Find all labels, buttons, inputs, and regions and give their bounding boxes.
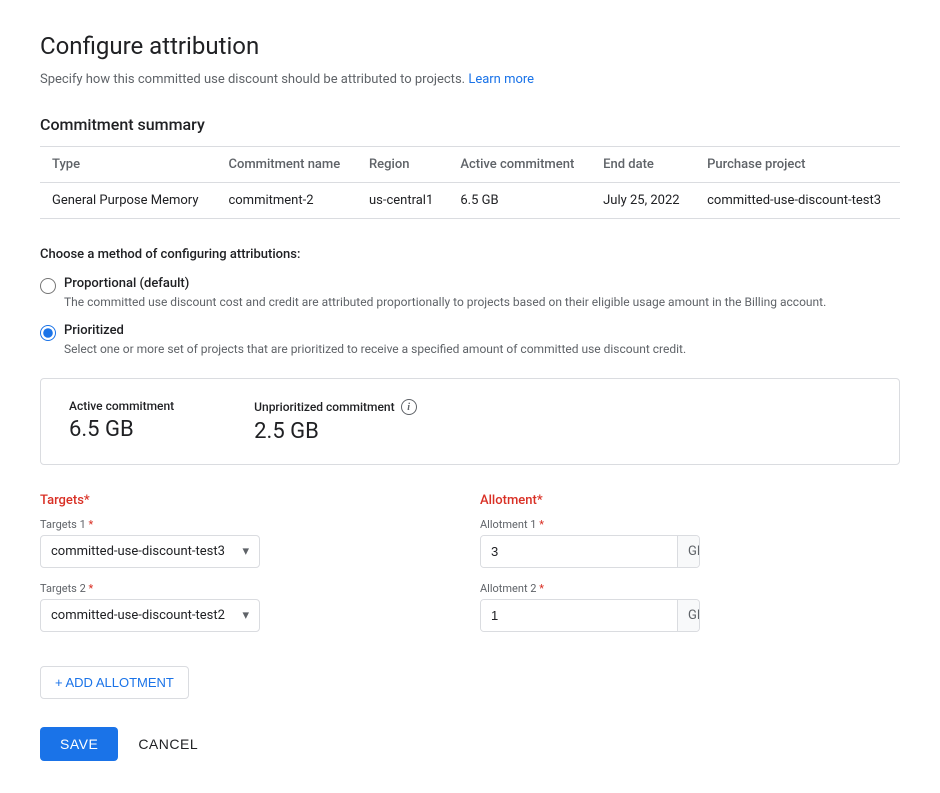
table-header: Type <box>40 147 216 183</box>
radio-group: Proportional (default) The committed use … <box>40 276 900 358</box>
targets-field-label-2: Targets 2 * <box>40 582 460 595</box>
allotment-unit-2: GB <box>677 600 700 631</box>
radio-input-prioritized[interactable] <box>40 325 56 341</box>
table-header: End date <box>591 147 695 183</box>
radio-text-proportional: Proportional (default) The committed use … <box>64 276 826 311</box>
targets-field-label-1: Targets 1 * <box>40 518 460 531</box>
targets-allotment-section: Targets* Targets 1 * committed-use-discou… <box>40 493 900 646</box>
info-icon[interactable]: i <box>401 399 417 415</box>
table-header: Region <box>357 147 448 183</box>
active-commitment-item: Active commitment 6.5 GB <box>69 399 174 444</box>
targets-field-group-1: Targets 1 * committed-use-discount-test3 <box>40 518 460 568</box>
allotment-field-group-2: Allotment 2 * GB <box>480 582 900 632</box>
radio-option-proportional: Proportional (default) The committed use … <box>40 276 900 311</box>
allotment-input-wrapper-1: GB <box>480 535 700 568</box>
active-commitment-value: 6.5 GB <box>69 417 174 442</box>
allotment-field-group-1: Allotment 1 * GB <box>480 518 900 568</box>
table-header: Active commitment <box>448 147 591 183</box>
radio-desc-proportional: The committed use discount cost and cred… <box>64 293 826 311</box>
table-cell: us-central1 <box>357 183 448 219</box>
table-header: Purchase project <box>695 147 900 183</box>
add-allotment-button[interactable]: + ADD ALLOTMENT <box>40 666 189 699</box>
targets-select-2[interactable]: committed-use-discount-test2 <box>40 599 260 632</box>
allotment-input-1[interactable] <box>481 536 677 567</box>
targets-col-header: Targets* <box>40 493 460 508</box>
radio-title-proportional: Proportional (default) <box>64 276 826 291</box>
allotment-col-header: Allotment* <box>480 493 900 508</box>
commitment-info-box: Active commitment 6.5 GB Unprioritized c… <box>40 378 900 465</box>
method-label: Choose a method of configuring attributi… <box>40 247 900 262</box>
targets-select-1[interactable]: committed-use-discount-test3 <box>40 535 260 568</box>
allotment-column: Allotment* Allotment 1 * GB Allotment 2 * G… <box>480 493 900 646</box>
table-cell: General Purpose Memory <box>40 183 216 219</box>
cancel-button[interactable]: CANCEL <box>134 727 202 761</box>
radio-desc-prioritized: Select one or more set of projects that … <box>64 340 686 358</box>
page-title: Configure attribution <box>40 32 900 60</box>
radio-text-prioritized: Prioritized Select one or more set of pro… <box>64 323 686 358</box>
table-cell: July 25, 2022 <box>591 183 695 219</box>
allotment-input-wrapper-2: GB <box>480 599 700 632</box>
table-header: Commitment name <box>216 147 357 183</box>
targets-column: Targets* Targets 1 * committed-use-discou… <box>40 493 460 646</box>
allotment-field-label-1: Allotment 1 * <box>480 518 900 531</box>
table-cell: 6.5 GB <box>448 183 591 219</box>
radio-input-proportional[interactable] <box>40 278 56 294</box>
unprioritized-commitment-value: 2.5 GB <box>254 419 416 444</box>
radio-option-prioritized: Prioritized Select one or more set of pro… <box>40 323 900 358</box>
unprioritized-commitment-item: Unprioritized commitment i 2.5 GB <box>254 399 416 444</box>
targets-field-group-2: Targets 2 * committed-use-discount-test2 <box>40 582 460 632</box>
allotment-unit-1: GB <box>677 536 700 567</box>
allotment-input-2[interactable] <box>481 600 677 631</box>
subtitle: Specify how this committed use discount … <box>40 72 900 87</box>
active-commitment-label: Active commitment <box>69 399 174 413</box>
action-buttons: SAVE CANCEL <box>40 727 900 761</box>
radio-title-prioritized: Prioritized <box>64 323 686 338</box>
allotment-field-label-2: Allotment 2 * <box>480 582 900 595</box>
table-cell: commitment-2 <box>216 183 357 219</box>
table-cell: committed-use-discount-test3 <box>695 183 900 219</box>
table-row: General Purpose Memorycommitment-2us-cen… <box>40 183 900 219</box>
save-button[interactable]: SAVE <box>40 727 118 761</box>
unprioritized-commitment-label: Unprioritized commitment i <box>254 399 416 415</box>
commitment-summary-heading: Commitment summary <box>40 115 900 134</box>
commitment-summary-table: TypeCommitment nameRegionActive commitme… <box>40 146 900 219</box>
learn-more-link[interactable]: Learn more <box>468 72 534 87</box>
